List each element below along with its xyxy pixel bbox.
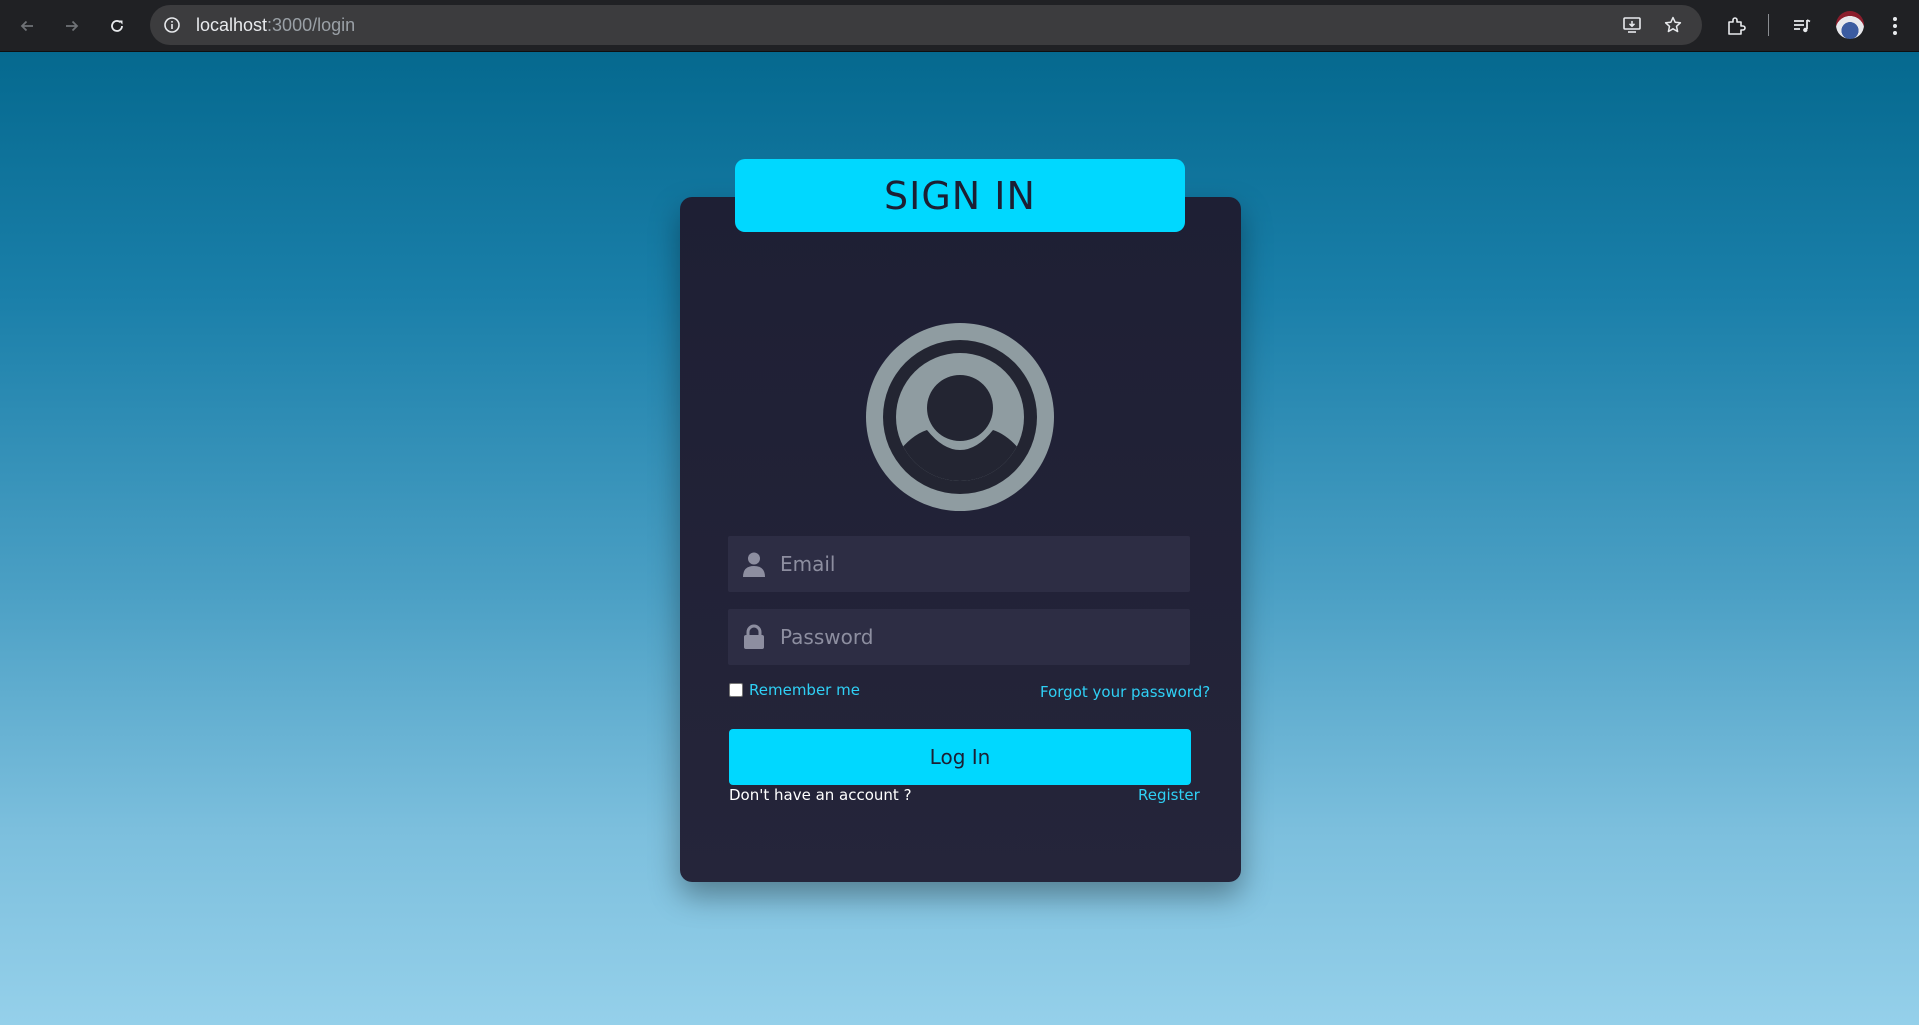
no-account-text: Don't have an account ? xyxy=(729,786,912,804)
star-icon xyxy=(1664,16,1682,33)
info-icon xyxy=(164,17,180,33)
extensions-button[interactable] xyxy=(1721,11,1751,41)
remember-me[interactable]: Remember me xyxy=(729,681,860,699)
kebab-menu-icon xyxy=(1893,17,1897,35)
user-icon xyxy=(740,550,768,578)
bookmark-button[interactable] xyxy=(1661,13,1685,37)
page-background: SIGN IN Remembe xyxy=(0,52,1919,1025)
toolbar-divider xyxy=(1768,14,1769,36)
install-app-icon xyxy=(1623,17,1641,33)
user-avatar-icon xyxy=(866,323,1054,511)
lock-icon xyxy=(740,623,768,651)
forward-button[interactable] xyxy=(57,11,87,41)
browser-menu-button[interactable] xyxy=(1880,11,1910,41)
remember-checkbox[interactable] xyxy=(729,683,743,697)
back-button[interactable] xyxy=(12,11,42,41)
arrow-left-icon xyxy=(20,20,33,32)
url-host: localhost xyxy=(196,15,268,35)
title-banner: SIGN IN xyxy=(735,159,1185,232)
media-control-icon xyxy=(1794,19,1811,33)
email-field[interactable] xyxy=(728,536,1190,592)
arrow-right-icon xyxy=(66,20,79,32)
login-button[interactable]: Log In xyxy=(729,729,1191,785)
url-path: :3000/login xyxy=(267,15,356,35)
browser-toolbar: localhost:3000/login xyxy=(0,0,1919,52)
reload-icon xyxy=(111,20,123,32)
password-input[interactable] xyxy=(778,609,1178,665)
install-app-button[interactable] xyxy=(1620,13,1644,37)
forgot-password-link[interactable]: Forgot your password? xyxy=(1040,683,1210,701)
profile-avatar[interactable] xyxy=(1836,11,1864,39)
address-bar[interactable]: localhost:3000/login xyxy=(150,5,1702,45)
puzzle-icon xyxy=(1728,17,1746,35)
media-control-button[interactable] xyxy=(1787,11,1817,41)
url-text[interactable]: localhost:3000/login xyxy=(196,15,355,35)
site-info-button[interactable] xyxy=(160,13,184,37)
remember-label[interactable]: Remember me xyxy=(749,681,860,699)
email-input[interactable] xyxy=(778,536,1178,592)
page-title: SIGN IN xyxy=(884,173,1036,218)
reload-button[interactable] xyxy=(102,11,132,41)
password-field[interactable] xyxy=(728,609,1190,665)
register-link[interactable]: Register xyxy=(1138,786,1200,804)
